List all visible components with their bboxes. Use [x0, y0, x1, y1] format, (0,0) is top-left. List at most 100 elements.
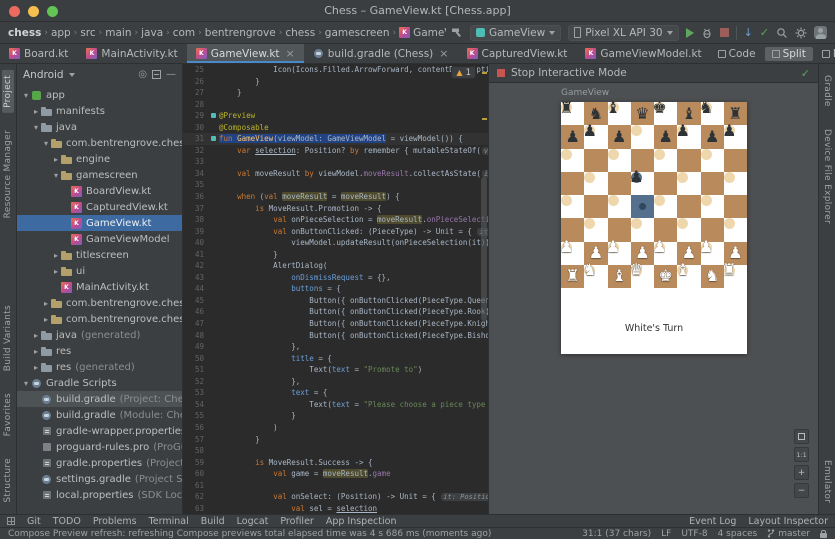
project-tree-item-gradle-scripts[interactable]: ▾Gradle Scripts — [17, 375, 182, 391]
preview-canvas[interactable]: GameView ♜♞♝♛♚♝♞♜♟♟♟♟♟♟♟♟♟♟♟♟♟♟♟♟♜♞♝♛♚♝♞… — [489, 83, 818, 514]
breadcrumb-item[interactable]: java — [141, 27, 163, 39]
board-square[interactable]: ♝ — [608, 102, 619, 113]
board-square[interactable] — [724, 149, 747, 172]
board-square[interactable]: ♟ — [701, 242, 712, 253]
zoom-actual-size-button[interactable]: 1:1 — [794, 447, 809, 462]
fullscreen-window-button[interactable] — [47, 6, 58, 17]
expand-arrow-icon[interactable]: ▸ — [31, 107, 41, 116]
indent-widget[interactable]: 4 spaces — [718, 529, 758, 539]
project-tree-item-app[interactable]: ▾app — [17, 87, 182, 103]
expand-arrow-icon[interactable]: ▾ — [51, 171, 61, 180]
board-square[interactable]: ♟ — [654, 125, 677, 148]
board-square[interactable]: ♞ — [701, 102, 712, 113]
project-tree-item-titlescreen[interactable]: ▸titlescreen — [17, 247, 182, 263]
editor-tab-board-kt[interactable]: Board.kt — [0, 44, 77, 63]
breadcrumb-item[interactable]: chess — [285, 27, 315, 39]
project-tree-item-gradle-wrapper-properties[interactable]: gradle-wrapper.properties(Gradle Version… — [17, 423, 182, 439]
board-square[interactable] — [654, 149, 665, 160]
board-square[interactable] — [724, 172, 735, 183]
settings-gear-icon[interactable] — [795, 27, 807, 39]
code-editor[interactable]: 25 Icon(Icons.Filled.ArrowForward, conte… — [183, 64, 488, 514]
expand-arrow-icon[interactable]: ▸ — [41, 315, 51, 324]
project-tree-item-gamescreen[interactable]: ▾gamescreen — [17, 167, 182, 183]
project-tree-item-proguard-rules-pro[interactable]: proguard-rules.pro(ProGuard Rules for Ch — [17, 439, 182, 455]
project-tree-item-settings-gradle[interactable]: settings.gradle(Project Settings) — [17, 471, 182, 487]
project-tree-item-res[interactable]: ▸res — [17, 343, 182, 359]
board-square[interactable]: ♟ — [608, 125, 631, 148]
board-square[interactable] — [654, 172, 677, 195]
board-square[interactable] — [631, 125, 642, 136]
user-avatar[interactable] — [814, 26, 827, 39]
board-square[interactable] — [608, 172, 631, 195]
board-square[interactable] — [701, 149, 712, 160]
editor-tab-build-gradle-chess[interactable]: build.gradle (Chess)× — [304, 44, 458, 63]
project-tree-item-boardview-kt[interactable]: BoardView.kt — [17, 183, 182, 199]
scrollbar-thumb[interactable] — [481, 177, 487, 321]
editor-tab-gameview-kt[interactable]: GameView.kt× — [187, 44, 304, 63]
expand-arrow-icon[interactable]: ▸ — [51, 267, 61, 276]
board-square[interactable] — [677, 218, 688, 229]
readonly-lock-icon[interactable] — [820, 530, 827, 538]
project-tree-item-ui[interactable]: ▸ui — [17, 263, 182, 279]
board-square[interactable] — [584, 149, 607, 172]
board-square[interactable] — [701, 172, 724, 195]
project-tree-item-com-bentrengrove-chess[interactable]: ▸com.bentrengrove.chess(test) — [17, 311, 182, 327]
tool-window-button-build[interactable]: Build — [201, 516, 225, 527]
stop-interactive-mode-button[interactable]: Stop Interactive Mode — [511, 67, 627, 79]
expand-arrow-icon[interactable]: ▾ — [41, 139, 51, 148]
search-icon[interactable] — [776, 27, 788, 39]
tool-window-button-profiler[interactable]: Profiler — [280, 516, 313, 527]
board-square[interactable] — [677, 195, 700, 218]
tool-window-button-problems[interactable]: Problems — [93, 516, 137, 527]
git-update-icon[interactable]: ↓ — [744, 27, 753, 38]
board-square[interactable] — [584, 195, 607, 218]
board-square[interactable] — [724, 218, 735, 229]
project-tree-item-build-gradle[interactable]: build.gradle(Module: Chess.app) — [17, 407, 182, 423]
device-select[interactable]: Pixel XL API 30 — [568, 25, 678, 41]
board-square[interactable] — [701, 195, 712, 206]
expand-arrow-icon[interactable]: ▸ — [41, 299, 51, 308]
close-window-button[interactable] — [9, 6, 20, 17]
close-tab-icon[interactable]: × — [286, 47, 295, 60]
caret-position-widget[interactable]: 31:1 (37 chars) — [582, 529, 651, 539]
line-separator-widget[interactable]: LF — [661, 529, 671, 539]
board-square[interactable] — [654, 195, 665, 206]
editor-tab-capturedview-kt[interactable]: CapturedView.kt — [458, 44, 577, 63]
board-square[interactable]: ♟ — [677, 125, 688, 136]
board-square[interactable]: ♜ — [561, 102, 572, 113]
window-layout-icon[interactable] — [7, 517, 15, 525]
expand-arrow-icon[interactable]: ▸ — [31, 347, 41, 356]
board-square[interactable]: ♚ — [654, 102, 665, 113]
chess-board[interactable]: ♜♞♝♛♚♝♞♜♟♟♟♟♟♟♟♟♟♟♟♟♟♟♟♟♜♞♝♛♚♝♞♜ — [561, 102, 747, 288]
board-square[interactable] — [608, 195, 619, 206]
mode-button-code[interactable]: Code — [711, 47, 763, 61]
board-square[interactable]: ♟ — [724, 125, 735, 136]
board-square[interactable] — [631, 195, 654, 218]
minimize-window-button[interactable] — [28, 6, 39, 17]
encoding-widget[interactable]: UTF-8 — [681, 529, 707, 539]
project-tree-item-mainactivity-kt[interactable]: MainActivity.kt — [17, 279, 182, 295]
expand-arrow-icon[interactable]: ▾ — [21, 379, 31, 388]
editor-scrollbar[interactable] — [480, 64, 488, 514]
tool-stripe-button-resource-manager[interactable]: Resource Manager — [2, 125, 14, 223]
debug-bug-icon[interactable] — [701, 27, 713, 39]
run-configuration-select[interactable]: GameView — [470, 25, 561, 41]
board-square[interactable]: ♟ — [584, 125, 595, 136]
board-square[interactable]: ♝ — [677, 265, 688, 276]
board-square[interactable] — [677, 149, 700, 172]
tool-window-button-git[interactable]: Git — [27, 516, 41, 527]
close-tab-icon[interactable]: × — [439, 47, 448, 60]
project-tree-item-manifests[interactable]: ▸manifests — [17, 103, 182, 119]
project-tree-item-gradle-properties[interactable]: gradle.properties(Project Properties) — [17, 455, 182, 471]
tool-window-button-terminal[interactable]: Terminal — [149, 516, 189, 527]
tool-window-button-logcat[interactable]: Logcat — [237, 516, 269, 527]
board-square[interactable] — [608, 149, 619, 160]
inspections-widget[interactable]: ▲ 1 — [451, 66, 476, 79]
project-tree-item-local-properties[interactable]: local.properties(SDK Location) — [17, 487, 182, 503]
board-square[interactable]: ♟ — [701, 125, 724, 148]
editor-tab-mainactivity-kt[interactable]: MainActivity.kt — [77, 44, 186, 63]
breadcrumb-item[interactable]: gamescreen — [325, 27, 390, 39]
board-square[interactable] — [677, 172, 688, 183]
board-square[interactable]: ♛ — [631, 265, 642, 276]
project-tree-item-gameview-kt[interactable]: GameView.kt — [17, 215, 182, 231]
